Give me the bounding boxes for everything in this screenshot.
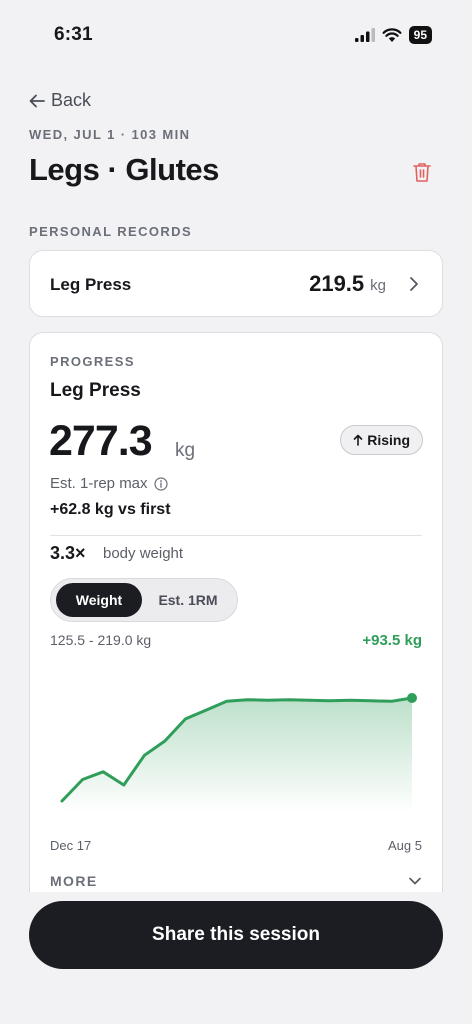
personal-records-heading: PERSONAL RECORDS [29, 224, 193, 239]
chart-last-point [407, 693, 417, 703]
pr-unit: kg [370, 277, 386, 294]
arrow-left-icon [29, 94, 45, 107]
share-session-button[interactable]: Share this session [29, 901, 443, 969]
page-title: Legs · Glutes [29, 152, 219, 187]
arrow-up-icon [353, 434, 363, 446]
bodyweight-ratio: 3.3× [50, 543, 86, 563]
trend-badge: Rising [340, 425, 423, 455]
more-toggle[interactable]: MORE [50, 873, 98, 889]
chart-area [62, 698, 412, 813]
pr-value: 219.5 [309, 271, 365, 296]
personal-record-card[interactable]: Leg Press 219.5 kg [29, 250, 443, 317]
back-label: Back [51, 90, 92, 110]
metric-toggle: Weight Est. 1RM [50, 578, 238, 622]
session-date: WED, JUL 1 · 103 MIN [29, 127, 191, 142]
progress-subtitle-text: Est. 1-rep max [50, 475, 148, 492]
progress-chart [60, 693, 417, 813]
divider [50, 535, 422, 536]
progress-exercise-name: Leg Press [50, 380, 141, 401]
chevron-down-icon[interactable] [408, 876, 422, 886]
tab-weight[interactable]: Weight [56, 583, 142, 617]
pr-exercise-name: Leg Press [50, 275, 132, 294]
progress-heading: PROGRESS [50, 354, 135, 369]
status-time: 6:31 [54, 24, 93, 45]
progress-unit: kg [175, 440, 196, 461]
weight-range: 125.5 - 219.0 kg [50, 632, 152, 648]
back-button[interactable]: Back [29, 90, 91, 111]
status-bar: 6:31 95 [0, 0, 472, 70]
progress-delta: +62.8 kg vs first [50, 501, 171, 518]
status-icons: 95 [354, 26, 432, 44]
bodyweight-label: body weight [103, 545, 184, 562]
x-axis-start-label: Dec 17 [50, 838, 92, 853]
trend-label: Rising [367, 432, 410, 448]
progress-card: PROGRESS Leg Press 277.3 kg Rising Est. … [29, 332, 443, 892]
progress-value: 277.3 [49, 417, 153, 465]
weight-change: +93.5 kg [362, 632, 422, 649]
progress-subtitle: Est. 1-rep max [50, 475, 168, 492]
signal-icon [354, 28, 375, 42]
trash-icon[interactable] [411, 161, 433, 183]
x-axis-end-label: Aug 5 [388, 838, 422, 853]
chevron-right-icon [410, 277, 418, 291]
tab-est-1rm[interactable]: Est. 1RM [146, 583, 230, 617]
wifi-icon [382, 28, 402, 42]
info-icon[interactable] [153, 476, 168, 491]
battery-indicator: 95 [408, 26, 432, 44]
